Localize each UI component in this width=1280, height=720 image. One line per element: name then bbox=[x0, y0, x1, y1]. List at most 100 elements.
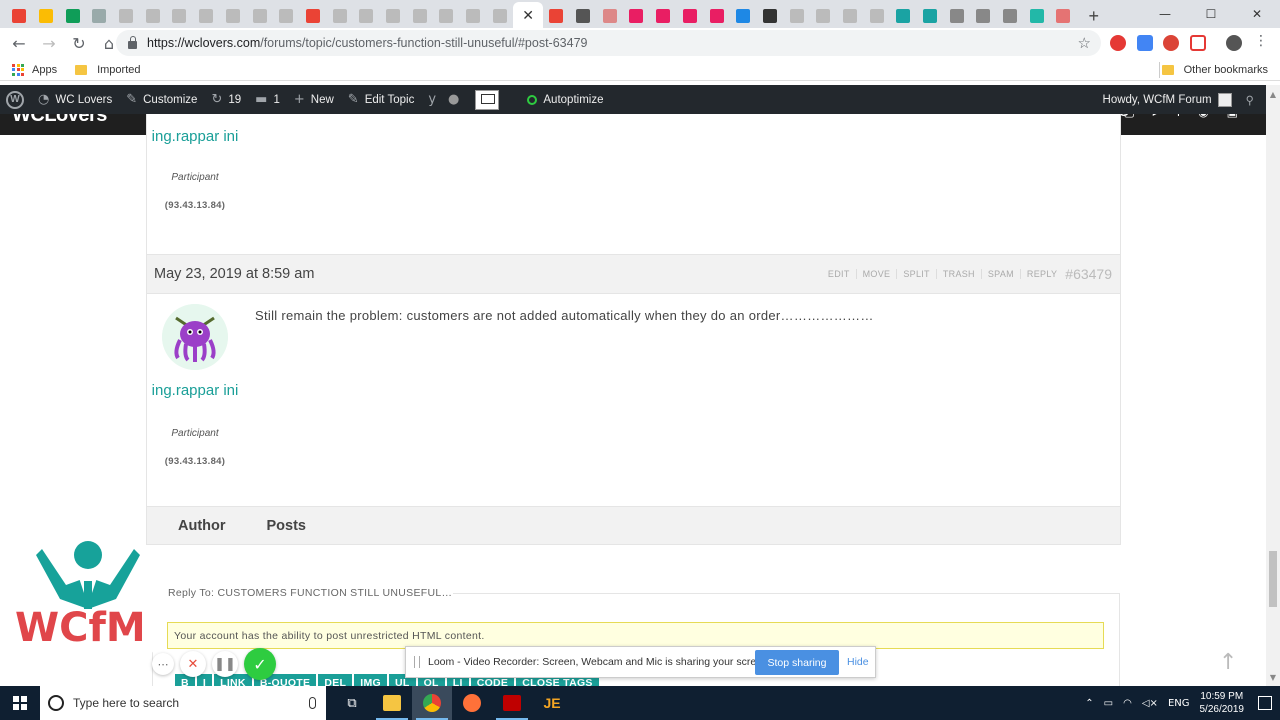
browser-tab[interactable] bbox=[677, 2, 704, 30]
start-button[interactable] bbox=[0, 686, 40, 720]
stop-sharing-button[interactable]: Stop sharing bbox=[755, 650, 839, 675]
adminbar-new[interactable]: + New bbox=[294, 92, 334, 107]
scrollbar-thumb[interactable] bbox=[1269, 551, 1277, 607]
language-indicator[interactable]: ENG bbox=[1168, 698, 1190, 709]
browser-tab[interactable] bbox=[113, 2, 140, 30]
task-view-button[interactable]: ⧉ bbox=[332, 686, 372, 720]
browser-tab[interactable] bbox=[166, 2, 193, 30]
browser-tab[interactable] bbox=[543, 2, 570, 30]
page-scrollbar[interactable]: ▲ ▼ bbox=[1266, 85, 1280, 686]
quicktag-button[interactable]: DEL bbox=[318, 674, 353, 686]
loom-cancel-button[interactable]: ✕ bbox=[180, 651, 206, 677]
browser-tab[interactable] bbox=[650, 2, 677, 30]
adminbar-account[interactable]: Howdy, WCfM Forum ⚲ bbox=[1103, 92, 1254, 107]
browser-tab[interactable] bbox=[943, 2, 970, 30]
browser-tab[interactable] bbox=[326, 2, 353, 30]
browser-tab[interactable] bbox=[193, 2, 220, 30]
wifi-icon[interactable]: ◠ bbox=[1123, 698, 1132, 709]
post-action-move[interactable]: MOVE bbox=[855, 269, 891, 279]
back-button[interactable]: ← bbox=[6, 31, 32, 57]
taskbar-app[interactable]: JE bbox=[532, 686, 572, 720]
taskbar-search[interactable]: Type here to search bbox=[40, 686, 326, 720]
taskbar-file-explorer[interactable] bbox=[372, 686, 412, 720]
browser-tab[interactable] bbox=[273, 2, 300, 30]
hide-button[interactable]: Hide bbox=[847, 656, 869, 668]
post-action-spam[interactable]: SPAM bbox=[980, 269, 1014, 279]
browser-tab[interactable] bbox=[863, 2, 890, 30]
pocket-icon[interactable] bbox=[1190, 35, 1206, 51]
browser-tab[interactable] bbox=[837, 2, 864, 30]
wcfm-floating-logo[interactable]: WCfM bbox=[8, 525, 168, 685]
wordpress-icon[interactable]: W bbox=[6, 90, 24, 109]
browser-tab[interactable] bbox=[1050, 2, 1077, 30]
adminbar-yoast[interactable]: y bbox=[428, 92, 442, 107]
browser-tab[interactable] bbox=[220, 2, 247, 30]
browser-tab[interactable] bbox=[730, 2, 757, 30]
scroll-down-arrow-icon[interactable]: ▼ bbox=[1266, 670, 1280, 684]
adminbar-autoptimize[interactable]: Autoptimize bbox=[527, 94, 603, 106]
browser-tab[interactable] bbox=[86, 2, 113, 30]
browser-tab[interactable] bbox=[917, 2, 944, 30]
post-action-reply[interactable]: REPLY bbox=[1019, 269, 1057, 279]
maximize-button[interactable]: ☐ bbox=[1188, 0, 1234, 28]
loom-finish-button[interactable]: ✓ bbox=[244, 648, 276, 680]
browser-tab[interactable] bbox=[810, 2, 837, 30]
prev-author-name[interactable]: ing.rappar ini bbox=[147, 125, 243, 148]
loom-more-button[interactable]: ⋯ bbox=[152, 653, 174, 675]
browser-tab[interactable] bbox=[33, 2, 60, 30]
taskbar-filezilla[interactable] bbox=[492, 686, 532, 720]
browser-tab[interactable] bbox=[596, 2, 623, 30]
chrome-extension-icon[interactable] bbox=[1163, 35, 1179, 51]
adblock-plus-icon[interactable] bbox=[1110, 35, 1126, 51]
browser-tab[interactable] bbox=[460, 2, 487, 30]
tray-expand-icon[interactable]: ⌃ bbox=[1085, 698, 1093, 709]
close-window-button[interactable]: ✕ bbox=[1234, 0, 1280, 28]
browser-tab[interactable] bbox=[783, 2, 810, 30]
post-permalink[interactable]: #63479 bbox=[1065, 266, 1112, 282]
reload-button[interactable]: ↻ bbox=[66, 31, 92, 57]
post-action-edit[interactable]: EDIT bbox=[822, 269, 850, 279]
adminbar-status-dot[interactable]: ● bbox=[448, 92, 465, 107]
taskbar-chrome[interactable] bbox=[412, 686, 452, 720]
browser-tab[interactable]: ✕ bbox=[513, 2, 544, 30]
browser-tab[interactable] bbox=[486, 2, 513, 30]
adminbar-edit-topic[interactable]: ✎ Edit Topic bbox=[348, 92, 415, 107]
browser-tab[interactable] bbox=[433, 2, 460, 30]
search-icon[interactable]: ⚲ bbox=[1246, 93, 1254, 107]
quicktag-button[interactable]: IMG bbox=[354, 674, 387, 686]
browser-tab[interactable] bbox=[970, 2, 997, 30]
minimize-button[interactable]: — bbox=[1142, 0, 1188, 28]
battery-icon[interactable]: ▭ bbox=[1104, 698, 1113, 709]
browser-tab[interactable] bbox=[6, 2, 33, 30]
author-name[interactable]: ing.rappar ini bbox=[147, 379, 243, 402]
bookmark-star-icon[interactable]: ☆ bbox=[1078, 34, 1091, 52]
browser-tab[interactable] bbox=[59, 2, 86, 30]
menu-kebab-icon[interactable]: ⋮ bbox=[1254, 33, 1268, 49]
loom-pause-button[interactable]: ❚❚ bbox=[212, 651, 238, 677]
profile-avatar-icon[interactable] bbox=[1226, 35, 1242, 51]
drag-handle-icon[interactable] bbox=[414, 656, 420, 668]
adminbar-site-name[interactable]: ◔ WC Lovers bbox=[38, 92, 112, 107]
taskbar-clock[interactable]: 10:59 PM 5/26/2019 bbox=[1200, 690, 1245, 716]
new-tab-button[interactable]: + bbox=[1081, 2, 1107, 30]
post-action-split[interactable]: SPLIT bbox=[896, 269, 930, 279]
browser-tab[interactable] bbox=[353, 2, 380, 30]
bookmark-apps[interactable]: Apps bbox=[12, 63, 57, 76]
browser-tab[interactable] bbox=[570, 2, 597, 30]
browser-tab[interactable] bbox=[380, 2, 407, 30]
scroll-to-top-icon[interactable]: ↑ bbox=[1219, 650, 1237, 675]
author-avatar[interactable] bbox=[162, 304, 228, 370]
scroll-up-arrow-icon[interactable]: ▲ bbox=[1266, 87, 1280, 101]
browser-tab[interactable] bbox=[300, 2, 327, 30]
browser-tab[interactable] bbox=[703, 2, 730, 30]
bookmark-other[interactable]: Other bookmarks bbox=[1161, 64, 1268, 76]
adminbar-customize[interactable]: ✎ Customize bbox=[126, 92, 197, 107]
browser-tab[interactable] bbox=[139, 2, 166, 30]
adminbar-comments[interactable]: ▬ 1 bbox=[255, 92, 280, 107]
taskbar-firefox[interactable] bbox=[452, 686, 492, 720]
close-tab-icon[interactable]: ✕ bbox=[522, 8, 534, 24]
browser-tab[interactable] bbox=[623, 2, 650, 30]
bookmark-imported[interactable]: Imported bbox=[75, 64, 141, 76]
browser-tab[interactable] bbox=[890, 2, 917, 30]
browser-tab[interactable] bbox=[1023, 2, 1050, 30]
